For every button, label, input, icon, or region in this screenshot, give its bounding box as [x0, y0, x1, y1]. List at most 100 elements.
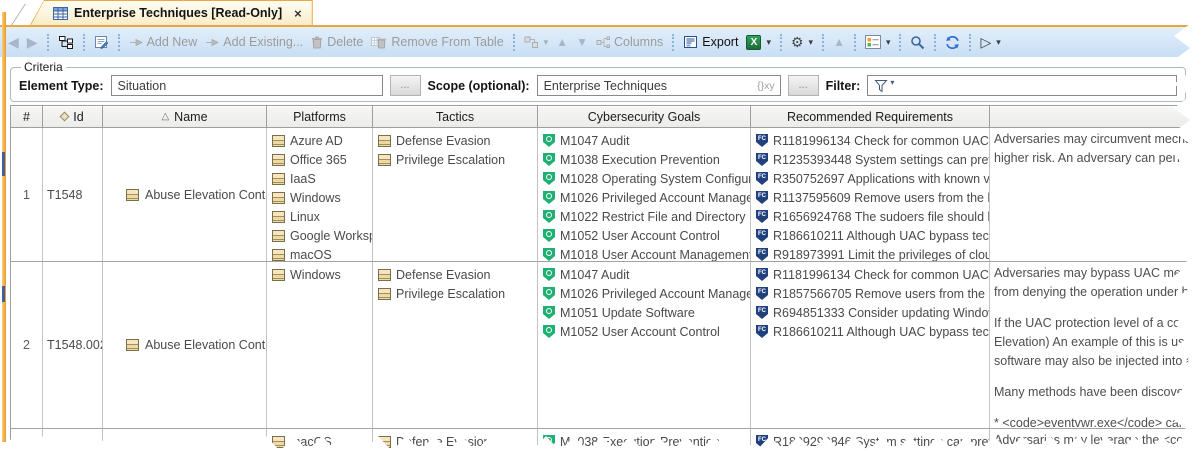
goals-cell[interactable]: M1038 Execution Prevention — [538, 429, 751, 456]
export-button[interactable]: Export — [679, 33, 742, 51]
mitigation-shield-icon — [543, 287, 555, 300]
requirements-cell[interactable]: FCR1809299846 System settings can preven — [751, 429, 990, 456]
goals-cell[interactable]: M1047 AuditM1026 Privileged Account Mana… — [538, 262, 751, 428]
requirement-item: FCR694851333 Consider updating Windows — [756, 303, 989, 322]
description-cell[interactable]: Adversaries may bypass UAC mechafrom den… — [990, 262, 1192, 428]
table-row[interactable]: 1T1548Abuse Elevation ControAzure ADOffi… — [10, 128, 1192, 262]
requirement-item-label: R1181996134 Check for common UAC by — [773, 134, 990, 148]
goal-item: M1047 Audit — [543, 131, 750, 150]
header-name[interactable]: △Name — [103, 105, 267, 128]
goal-item-label: M1052 User Account Control — [560, 325, 720, 339]
element-type-browse-button[interactable]: ... — [390, 75, 421, 96]
create-nested-button[interactable]: ▾ — [520, 34, 553, 51]
filter-funnel-icon — [874, 79, 888, 93]
tactic-item-label: Defense Evasion — [396, 268, 491, 282]
run-button[interactable]: ▷ ▾ — [976, 33, 1004, 51]
tactics-cell[interactable]: Defense EvasionPrivilege Escalation — [373, 262, 538, 428]
name-cell[interactable] — [103, 429, 267, 456]
requirement-item-label: R1857566705 Remove users from the loca — [773, 287, 990, 301]
delete-button[interactable]: Delete — [307, 33, 367, 51]
requirement-shield-icon: FC — [756, 210, 768, 223]
platform-item-label: Google Workspa — [290, 229, 373, 243]
platforms-cell[interactable]: macOS — [267, 429, 373, 456]
description-cell[interactable]: Adversaries may leverage the <code> — [990, 429, 1192, 456]
move-down-button[interactable]: ▼ — [572, 34, 592, 50]
platforms-cell[interactable]: Azure ADOffice 365IaaSWindowsLinuxGoogle… — [267, 128, 373, 261]
table-row[interactable]: 2T1548.002Abuse Elevation ControWindowsD… — [10, 262, 1192, 429]
goals-cell[interactable]: M1047 AuditM1038 Execution PreventionM10… — [538, 128, 751, 261]
add-new-button[interactable]: Add New — [125, 33, 202, 51]
name-cell[interactable]: Abuse Elevation Contro — [103, 262, 267, 428]
element-icon — [272, 211, 285, 223]
row-number-cell[interactable] — [10, 429, 43, 456]
tab-enterprise-techniques[interactable]: Enterprise Techniques [Read-Only] × — [30, 0, 313, 25]
requirement-item: FCR350752697 Applications with known vul — [756, 169, 989, 188]
mitigation-shield-icon — [543, 248, 555, 261]
tactic-item: Defense Evasion — [378, 131, 537, 150]
id-cell[interactable]: T1548.002 — [43, 262, 103, 428]
row-number-cell[interactable]: 2 — [10, 262, 43, 428]
header-id[interactable]: Id — [43, 105, 103, 128]
row-number-cell[interactable]: 1 — [10, 128, 43, 261]
platform-item-label: Windows — [290, 191, 341, 205]
header-number[interactable]: # — [10, 105, 43, 128]
columns-button[interactable]: Columns — [592, 33, 667, 51]
search-button[interactable] — [906, 33, 929, 52]
add-existing-button[interactable]: Add Existing... — [201, 33, 307, 51]
id-cell[interactable] — [43, 429, 103, 456]
scope-value: Enterprise Techniques — [544, 79, 667, 93]
requirement-shield-icon: FC — [756, 134, 768, 147]
settings-button[interactable]: ⚙ ▾ — [787, 33, 817, 51]
element-icon — [378, 288, 391, 300]
remove-from-table-button[interactable]: Remove From Table — [367, 33, 507, 51]
scope-label: Scope (optional): — [428, 79, 530, 93]
id-cell[interactable]: T1548 — [43, 128, 103, 261]
excel-icon: X — [746, 35, 761, 50]
report-icon — [683, 35, 698, 49]
table-row[interactable]: macOSDefense EvasionM1038 Execution Prev… — [10, 429, 1192, 456]
refresh-button[interactable] — [941, 33, 964, 52]
name-text: Abuse Elevation Contro — [145, 338, 267, 352]
goal-item-label: M1047 Audit — [560, 134, 630, 148]
requirement-item: FCR1809299846 System settings can preven — [756, 432, 989, 451]
name-cell[interactable]: Abuse Elevation Contro — [103, 128, 267, 261]
forward-button[interactable]: ▶ — [23, 33, 42, 51]
containment-tree-button[interactable] — [54, 33, 78, 52]
back-icon: ◀ — [8, 35, 19, 49]
scope-input[interactable]: Enterprise Techniques {}xy — [537, 75, 781, 96]
platforms-cell[interactable]: Windows — [267, 262, 373, 428]
legend-button[interactable]: ▾ — [861, 33, 895, 51]
tab-close-button[interactable]: × — [294, 6, 302, 21]
export-excel-button[interactable]: X ▾ — [742, 33, 775, 52]
header-platforms[interactable]: Platforms — [267, 105, 373, 128]
element-type-input[interactable]: Situation — [111, 75, 383, 96]
header-requirements[interactable]: Recommended Requirements — [751, 105, 990, 128]
tactics-cell[interactable]: Defense Evasion — [373, 429, 538, 456]
mitigation-shield-icon — [543, 172, 555, 185]
tactics-cell[interactable]: Defense EvasionPrivilege Escalation — [373, 128, 538, 261]
description-line: Adversaries may bypass UAC mecha — [994, 264, 1192, 283]
element-type-label: Element Type: — [19, 79, 104, 93]
requirements-cell[interactable]: FC R1181996134 Check for common UAC by FCR… — [751, 128, 990, 261]
edit-form-button[interactable] — [90, 33, 113, 51]
element-icon — [272, 135, 285, 147]
delete-label: Delete — [327, 35, 363, 49]
header-goals[interactable]: Cybersecurity Goals — [538, 105, 751, 128]
back-button[interactable]: ◀ — [4, 33, 23, 51]
filter-input[interactable]: ▾ — [867, 75, 1177, 96]
header-description[interactable] — [990, 105, 1192, 128]
goal-item: M1018 User Account Management — [543, 245, 750, 261]
move-up-button[interactable]: ▲ — [552, 34, 572, 50]
description-line: software may also be injected into a — [994, 352, 1192, 371]
requirement-shield-icon: FC — [756, 191, 768, 204]
requirements-cell[interactable]: FCR1181996134 Check for common UAC byFCR… — [751, 262, 990, 428]
collapse-button[interactable]: ▲ — [829, 34, 849, 50]
requirement-item-label: R694851333 Consider updating Windows — [773, 306, 990, 320]
goal-item-label: M1026 Privileged Account Manage — [560, 191, 751, 205]
techniques-table: # Id △Name Platforms Tactics Cybersecuri… — [10, 105, 1192, 456]
description-cell[interactable]: Adversaries may circumvent mechanhigher … — [990, 128, 1192, 261]
element-icon — [272, 173, 285, 185]
header-tactics[interactable]: Tactics — [373, 105, 538, 128]
scope-browse-button[interactable]: ... — [788, 75, 819, 96]
mitigation-shield-icon — [543, 268, 555, 281]
